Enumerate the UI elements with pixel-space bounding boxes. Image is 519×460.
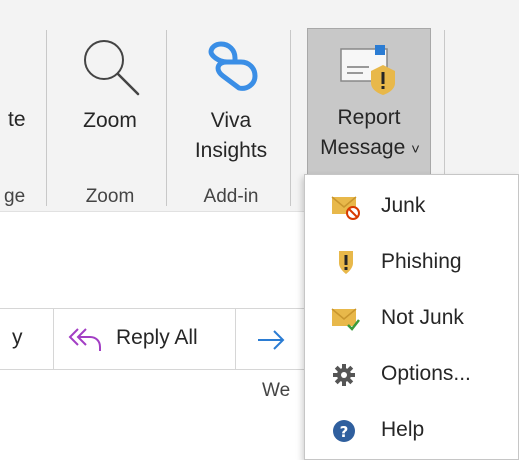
reply-all-icon <box>68 328 101 351</box>
shield-alert-icon <box>339 251 353 274</box>
forward-arrow-icon <box>258 330 285 350</box>
menu-item-not-junk[interactable]: Not Junk <box>305 293 518 345</box>
report-label-line2: Message <box>320 136 406 159</box>
reply-all-label: Reply All <box>116 326 198 349</box>
received-date-partial: We <box>262 380 291 401</box>
viva-label-line1: Viva <box>210 109 252 132</box>
chevron-down-icon: ˅ <box>411 141 420 158</box>
reply-button-label: y <box>12 326 23 349</box>
zoom-group-label: Zoom <box>85 186 135 207</box>
svg-text:?: ? <box>340 423 349 441</box>
menu-item-label: Phishing <box>381 250 462 273</box>
group-separator <box>46 30 47 206</box>
junk-envelope-icon <box>331 196 360 220</box>
group-separator <box>166 30 167 206</box>
partial-button-label[interactable]: te <box>8 108 26 132</box>
menu-item-options[interactable]: Options... <box>305 349 518 401</box>
viva-insights-button[interactable]: Viva Insights <box>174 28 288 176</box>
menu-item-label: Options... <box>381 362 471 385</box>
viva-insights-icon <box>208 41 258 91</box>
reply-button[interactable]: y <box>0 309 54 369</box>
menu-item-label: Not Junk <box>381 306 464 329</box>
addin-group-label: Add-in <box>203 186 259 207</box>
forward-button[interactable] <box>236 309 306 369</box>
menu-item-junk[interactable]: Junk <box>305 181 518 233</box>
reply-all-button[interactable]: Reply All <box>54 309 236 369</box>
group-separator <box>290 30 291 206</box>
addin-group: Viva Insights Add-in <box>174 0 288 212</box>
report-label-line1: Report <box>337 106 401 129</box>
zoom-button[interactable]: Zoom <box>62 28 158 176</box>
zoom-button-label: Zoom <box>83 109 137 132</box>
report-message-menu: Junk Phishing Not Junk Options... ? Help <box>304 174 519 460</box>
partial-group-label: ge <box>4 186 26 207</box>
report-message-icon <box>340 45 395 95</box>
gear-icon <box>333 364 355 386</box>
help-icon: ? <box>333 420 355 442</box>
report-message-button[interactable]: Report Message ˅ <box>307 28 431 176</box>
not-junk-envelope-icon <box>331 308 360 331</box>
menu-item-label: Help <box>381 418 425 441</box>
menu-item-help[interactable]: ? Help <box>305 405 518 457</box>
menu-item-label: Junk <box>381 194 426 217</box>
zoom-group: Zoom Zoom <box>62 0 158 212</box>
viva-label-line2: Insights <box>194 139 268 162</box>
magnifier-icon <box>84 40 140 96</box>
menu-item-phishing[interactable]: Phishing <box>305 237 518 289</box>
reply-toolbar: y Reply All <box>0 308 330 370</box>
